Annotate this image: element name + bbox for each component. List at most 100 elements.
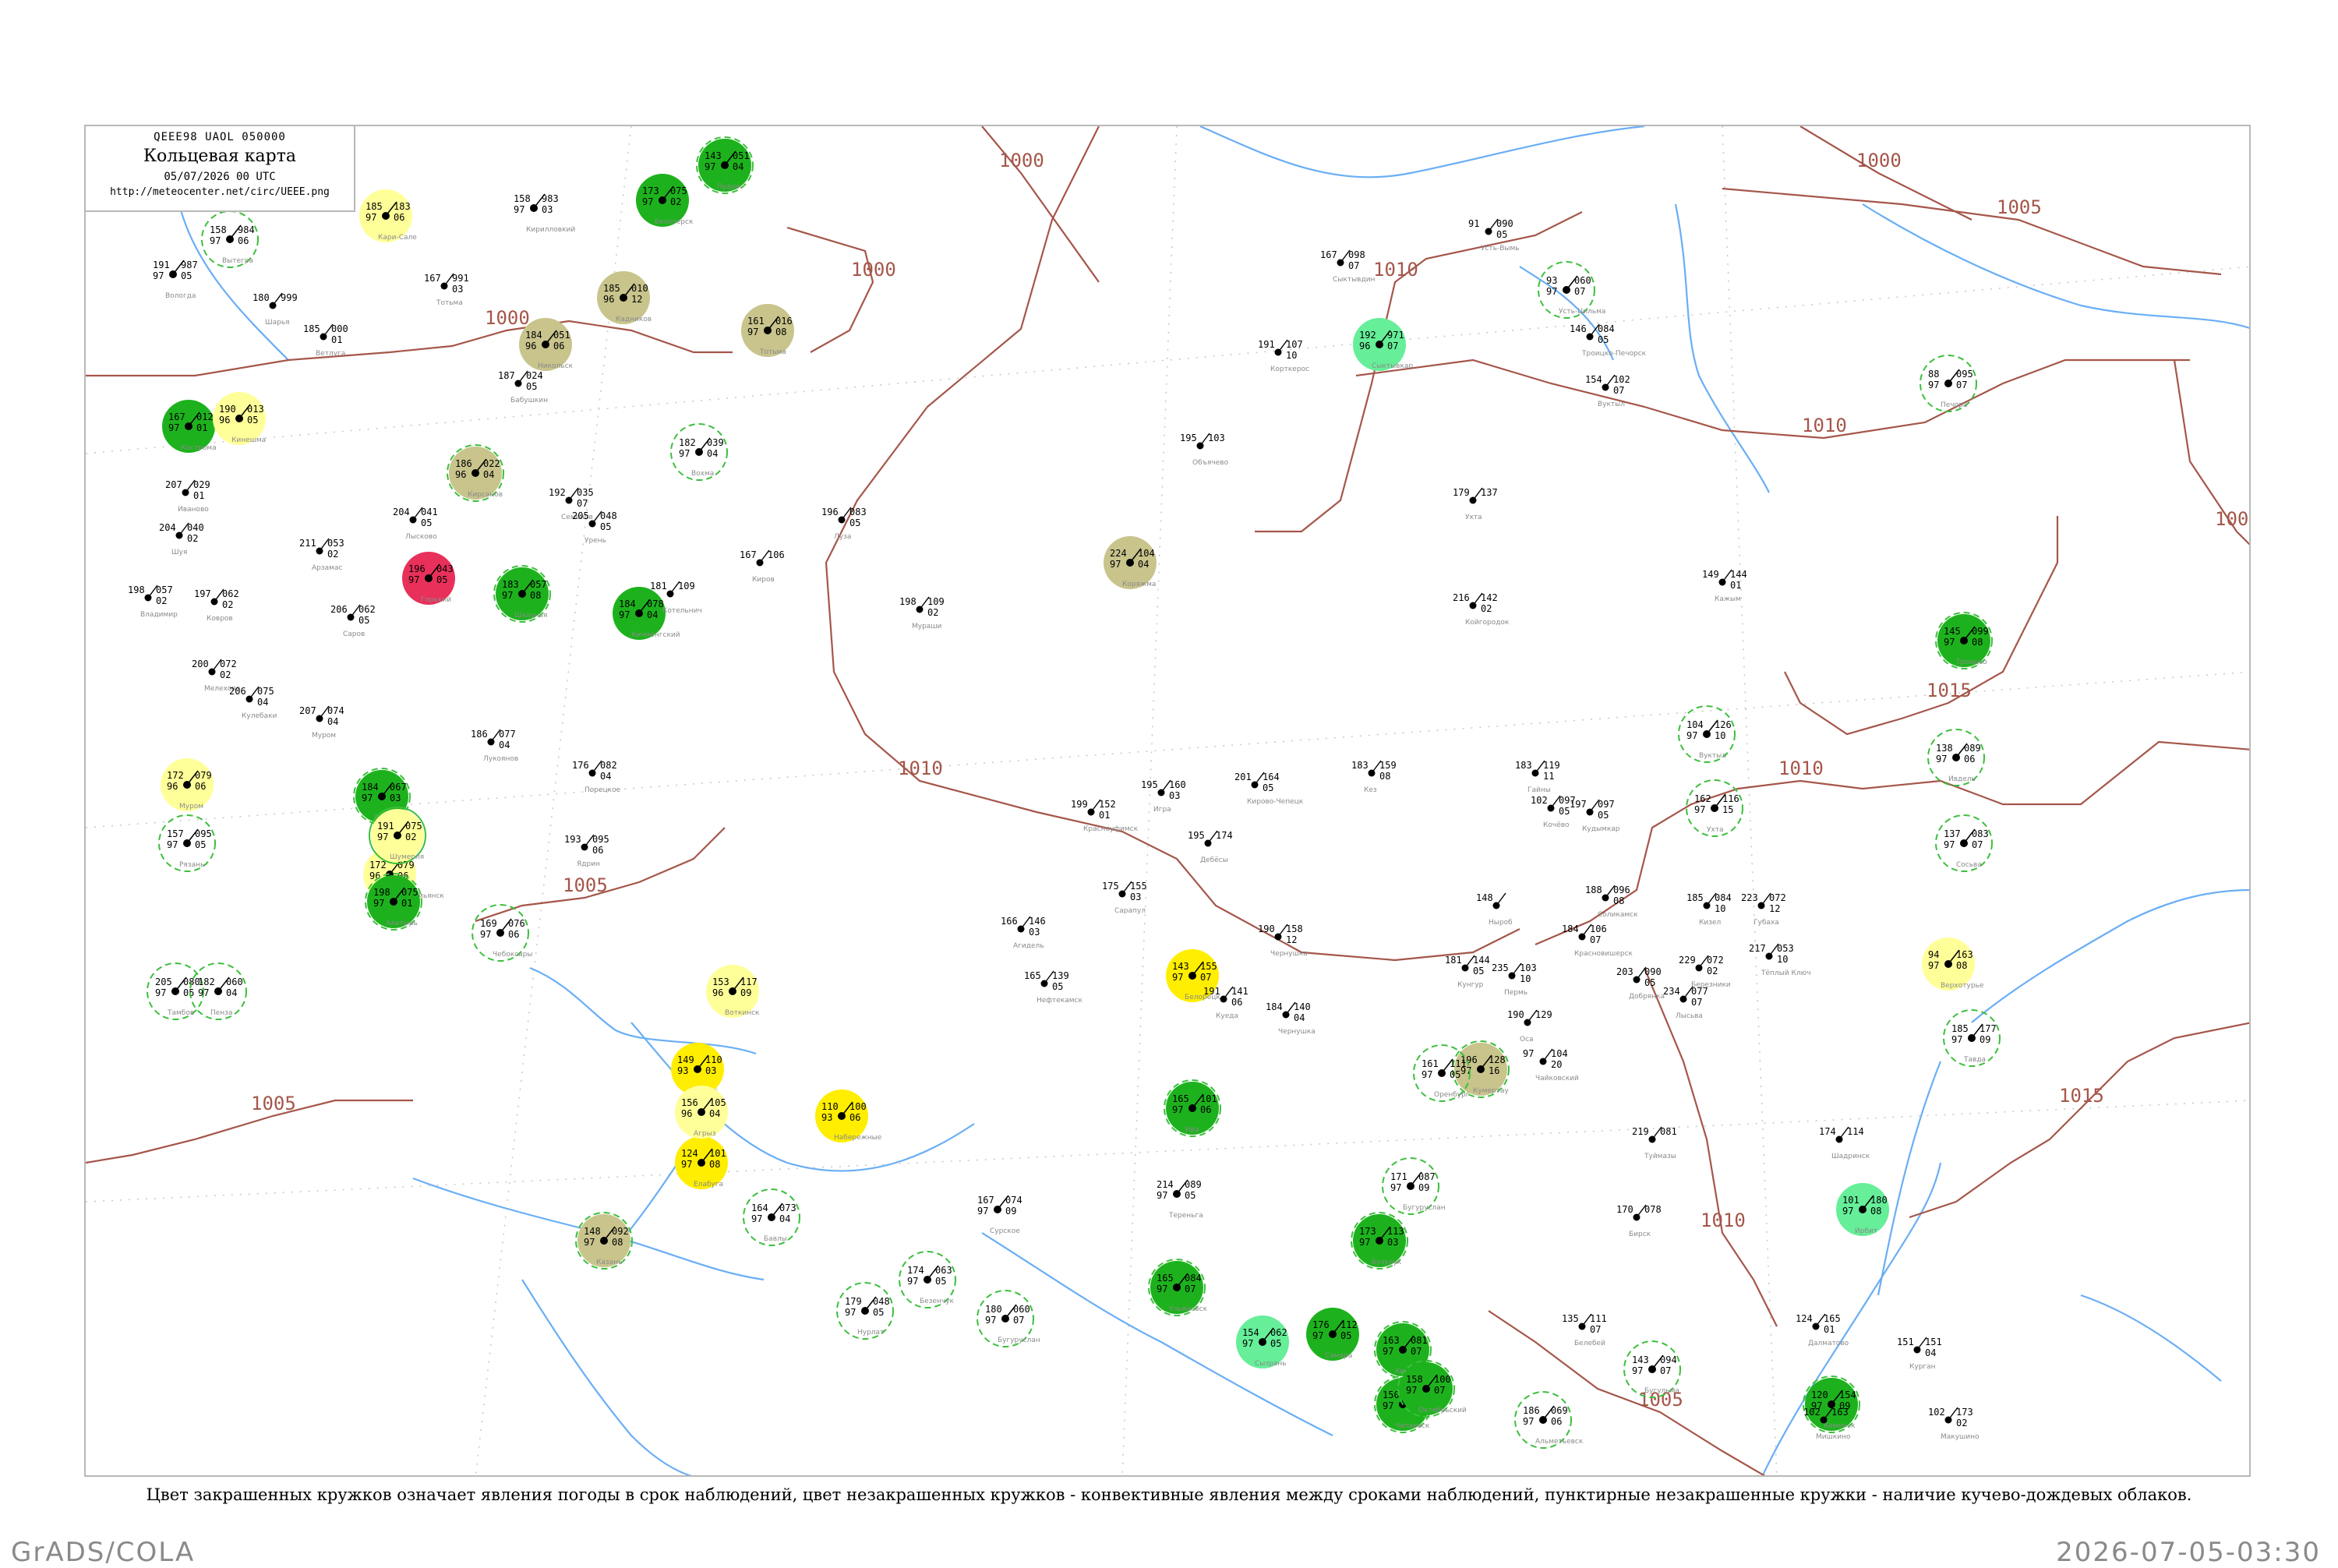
station-name: Кумертау [1473,1087,1510,1095]
station-marker: 9397 06007 Усть-Цильма [1538,261,1605,319]
station-pressure: 183 [394,201,411,212]
station-tendency: 04 [483,469,494,480]
station-marker: 17197 08709 Бугуруслан [1382,1157,1446,1215]
station-pressure: 095 [1956,369,1973,380]
station-dewpoint: 97 [751,1213,762,1224]
station-marker: 223 07212 Губаха [1741,892,1786,927]
station-marker: 19096 01305 Кинешма [213,392,266,445]
station-dewpoint: 97 [366,212,376,223]
station-temperature: 163 [1383,1335,1400,1346]
station-tendency: 08 [1379,771,1390,782]
station-marker: 10197 18008 Ирбит [1836,1183,1889,1236]
station-marker: 174 114 Шадринск [1819,1126,1870,1160]
station-temperature: 206 [229,686,246,697]
station-marker: 199 15201 Красноуфимск [1071,799,1139,833]
map-url[interactable]: http://meteocenter.net/circ/UEEE.png [86,186,354,198]
station-pressure: 057 [530,579,547,590]
station-dewpoint: 97 [408,574,419,585]
station-tendency: 06 [1551,1416,1562,1427]
station-marker: 191 14106 Куеда [1203,986,1248,1020]
station-temperature: 204 [159,522,176,533]
station-marker: 203 09005 Добрянка [1616,966,1665,1001]
station-temperature: 172 [167,770,184,781]
station-name: Вуктыл [1598,401,1625,408]
station-tendency: 09 [740,987,751,998]
isobar-label: 1010 [1778,758,1824,779]
station-tendency: 07 [1348,260,1359,271]
station-temperature: 161 [747,316,765,327]
station-pressure: 114 [1847,1126,1864,1137]
station-name: Белозерск [655,218,694,226]
station-dewpoint: 97 [1157,1284,1167,1294]
station-tendency: 08 [1613,895,1624,906]
station-name: Троицко [1955,659,1987,666]
station-pressure: 024 [526,370,543,381]
station-marker: 186 07704 Лукоянов [471,729,518,763]
station-temperature: 171 [1390,1171,1407,1182]
isobar-label: 1000 [485,307,530,329]
station-name: Корткерос [1270,366,1309,373]
station-name: Бабушкин [510,397,548,404]
station-name: Казань [596,1259,622,1266]
station-marker: 102 17302 Макушино [1928,1407,1980,1441]
station-dewpoint: 97 [1406,1385,1417,1396]
station-pressure: 100 [1434,1374,1451,1385]
station-tendency: 06 [849,1112,860,1123]
isobar-label: 1000 [999,150,1044,171]
station-pressure: 072 [1769,892,1786,903]
station-name: Нурлат [857,1329,884,1337]
footer-timestamp: 2026-07-05-03:30 [2056,1537,2321,1568]
station-pressure: 060 [1574,275,1591,286]
station-name: Оренбург [1434,1091,1470,1099]
station-pressure: 053 [1777,943,1794,954]
station-temperature: 157 [167,828,184,839]
station-temperature: 203 [1616,966,1633,977]
station-name: Ядрин [577,860,600,868]
station-name: Елабуга [694,1181,723,1188]
station-marker: 15897 10007 Октябрьский [1397,1360,1467,1418]
station-dewpoint: 97 [167,839,178,850]
station-name: Кунгур [1457,981,1484,989]
map-info-box: QEEE98 UAOL 050000 Кольцевая карта 05/07… [84,125,355,212]
station-tendency: 07 [1956,380,1967,390]
station-marker: 216 14202 Койгородок [1453,592,1510,627]
station-marker: 195 16003 Игра [1141,779,1186,814]
station-name: Безенчук [920,1298,955,1305]
station-temperature: 172 [369,860,387,871]
station-tendency: 03 [1029,927,1040,938]
station-pressure: 180 [1870,1195,1888,1206]
station-pressure: 119 [1543,760,1560,771]
station-temperature: 179 [1453,487,1470,498]
station-pressure: 081 [1411,1335,1428,1346]
station-tendency: 05 [1496,229,1507,240]
station-pressure: 139 [1052,970,1069,981]
station-dewpoint: 97 [642,196,653,207]
station-temperature: 154 [1585,374,1602,385]
station-temperature: 223 [1741,892,1758,903]
station-pressure: 094 [1660,1354,1677,1365]
station-pressure: 173 [1956,1407,1973,1418]
station-dewpoint: 97 [198,987,209,998]
station-pressure: 140 [1294,1001,1311,1012]
station-temperature: 110 [821,1101,839,1112]
river [178,203,289,361]
station-marker: 217 05310 Тёплый Ключ [1749,943,1811,977]
station-marker: 16297 11615 Ухта [1686,779,1743,837]
station-name: Койгородок [1465,619,1510,627]
station-temperature: 166 [1001,916,1018,927]
station-pressure: 983 [542,193,559,204]
station-temperature: 191 [1203,986,1220,997]
station-tendency: 04 [1294,1012,1305,1023]
station-marker: 170 078 Бирск [1616,1204,1662,1238]
station-name: Тотьма [759,348,786,356]
station-marker: 211 05302 Арзамас [299,538,344,572]
station-name: Муром [312,732,336,740]
station-dewpoint: 96 [1359,341,1370,351]
station-tendency: 03 [542,204,553,215]
station-name: Кирово-Чепецк [1247,798,1304,806]
isobar-line [1799,126,1972,221]
station-marker: 18397 05708 Шахунья [493,565,551,623]
station-name: Рязань [179,861,204,869]
station-name: Красновишерск [1574,950,1633,958]
isobar-line [1643,967,1778,1327]
